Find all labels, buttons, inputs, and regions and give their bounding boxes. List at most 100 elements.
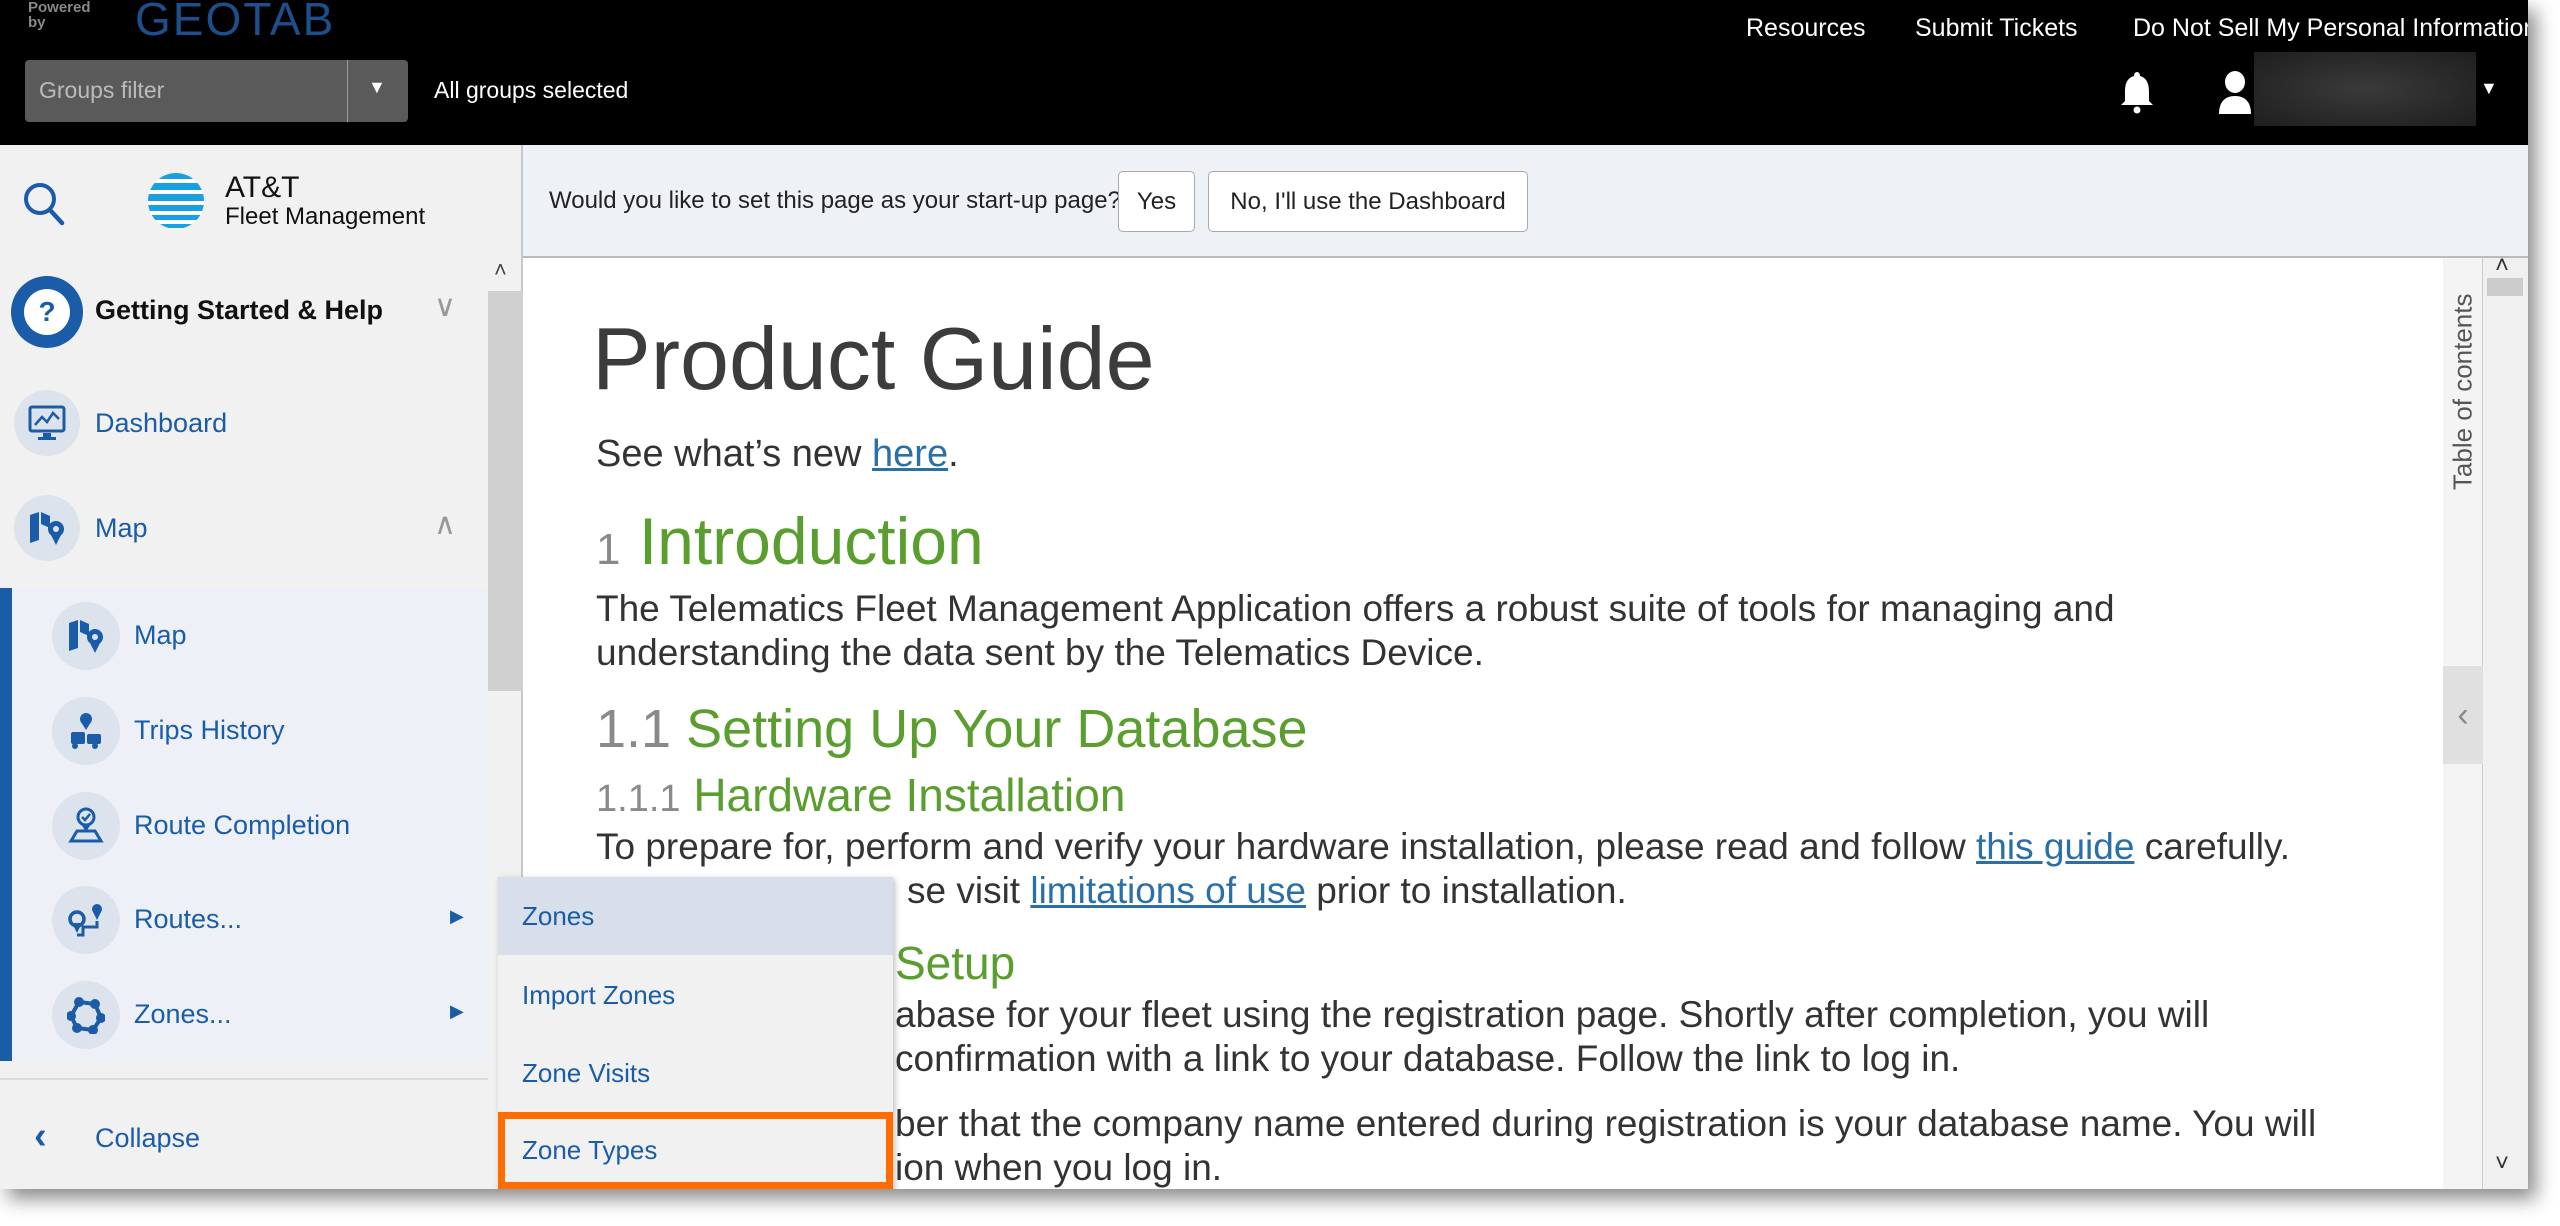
toc-label: Table of contents bbox=[2447, 293, 2478, 491]
zones-icon bbox=[52, 981, 120, 1049]
scroll-up-icon[interactable]: ˄ bbox=[2495, 252, 2509, 280]
map-submenu: Map Trips History Route Completion Route… bbox=[0, 588, 488, 1061]
sidebar-subitem-route-completion[interactable]: Route Completion bbox=[12, 790, 488, 860]
username-blurred[interactable] bbox=[2254, 52, 2476, 126]
scroll-down-icon[interactable]: ˅ bbox=[2495, 1150, 2509, 1178]
divider bbox=[0, 1078, 488, 1080]
sidebar-subitem-zones[interactable]: Zones... ▶ bbox=[12, 979, 488, 1049]
paragraph-line: ber that the company name entered during… bbox=[895, 1103, 2317, 1144]
sidebar-item-label: Trips History bbox=[134, 715, 285, 745]
paragraph-line: ion when you log in. bbox=[895, 1147, 1223, 1188]
chevron-left-icon: ‹ bbox=[34, 1115, 47, 1157]
user-menu-caret-icon[interactable]: ▼ bbox=[2480, 78, 2498, 99]
heading-setting-up: 1.1 Setting Up Your Database bbox=[596, 698, 1308, 760]
dashboard-icon bbox=[14, 390, 80, 456]
text: See what’s new bbox=[596, 433, 873, 475]
route-completion-icon bbox=[52, 792, 120, 860]
map-icon bbox=[52, 602, 120, 670]
text: . bbox=[948, 433, 959, 475]
heading-hardware-installation: 1.1.1 Hardware Installation bbox=[596, 768, 1125, 822]
routes-icon bbox=[52, 886, 120, 954]
heading-text: Setting Up Your Database bbox=[686, 699, 1308, 759]
table-of-contents-panel[interactable]: Table of contents ‹ bbox=[2443, 258, 2483, 1189]
scrollbar-thumb[interactable] bbox=[2487, 278, 2523, 296]
brand-name: AT&T bbox=[225, 171, 300, 204]
do-not-sell-link[interactable]: Do Not Sell My Personal Information bbox=[2133, 14, 2528, 43]
groups-filter[interactable]: Groups filter ▼ bbox=[25, 60, 408, 122]
sidebar-item-label: Route Completion bbox=[134, 810, 351, 840]
heading-setup: Setup bbox=[895, 937, 1016, 989]
menu-item-zone-visits[interactable]: Zone Visits bbox=[498, 1034, 893, 1112]
scroll-up-icon[interactable]: ˄ bbox=[494, 257, 507, 283]
search-icon[interactable] bbox=[22, 181, 66, 227]
dropdown-caret-icon[interactable]: ▼ bbox=[368, 77, 386, 98]
chevron-up-icon[interactable]: ∧ bbox=[434, 507, 456, 542]
chevron-down-icon[interactable]: ∨ bbox=[434, 289, 456, 324]
sidebar-item-label: Zones... bbox=[134, 999, 232, 1029]
submit-tickets-link[interactable]: Submit Tickets bbox=[1915, 14, 2078, 43]
paragraph-line: The Telematics Fleet Management Applicat… bbox=[596, 588, 2115, 629]
text: prior to installation. bbox=[1305, 870, 1627, 911]
divider bbox=[347, 60, 348, 122]
paragraph-line: abase for your fleet using the registrat… bbox=[895, 994, 2210, 1035]
text: carefully. bbox=[2134, 826, 2291, 867]
trips-history-icon bbox=[52, 697, 120, 765]
yes-button[interactable]: Yes bbox=[1118, 171, 1195, 232]
groups-filter-input[interactable]: Groups filter bbox=[39, 77, 164, 104]
bell-icon[interactable] bbox=[2118, 70, 2156, 114]
map-icon bbox=[14, 495, 80, 561]
active-indicator bbox=[0, 588, 12, 1061]
sidebar-item-dashboard[interactable]: Dashboard bbox=[0, 388, 488, 458]
text: To prepare for, perform and verify your … bbox=[596, 826, 1977, 867]
collapse-button[interactable]: ‹ Collapse bbox=[0, 1105, 488, 1171]
paragraph-line: confirmation with a link to your databas… bbox=[895, 1038, 1961, 1079]
caret-right-icon[interactable]: ▶ bbox=[450, 906, 464, 927]
paragraph-line: understanding the data sent by the Telem… bbox=[596, 632, 1484, 673]
menu-item-zone-types[interactable]: Zone Types bbox=[498, 1112, 893, 1189]
sidebar-item-map[interactable]: Map ∧ bbox=[0, 493, 488, 563]
heading-number: 1.1 bbox=[596, 699, 672, 759]
text: se visit bbox=[907, 870, 1031, 911]
sidebar-item-getting-started[interactable]: ? Getting Started & Help ∨ bbox=[0, 275, 488, 348]
heading-number: 1.1.1 bbox=[596, 778, 681, 820]
geotab-logo: GEOTAB bbox=[135, 0, 336, 45]
att-globe-logo bbox=[148, 173, 204, 229]
heading-introduction: 1 Introduction bbox=[596, 503, 984, 579]
sidebar-scrollbar[interactable] bbox=[488, 291, 523, 691]
heading-text: Introduction bbox=[638, 504, 984, 578]
sidebar-subitem-map[interactable]: Map bbox=[12, 600, 488, 670]
here-link[interactable]: here bbox=[872, 433, 948, 475]
menu-item-zones[interactable]: Zones bbox=[498, 877, 893, 955]
startup-page-prompt: Would you like to set this page as your … bbox=[523, 145, 2528, 258]
scrollbar-thumb[interactable] bbox=[488, 291, 523, 691]
collapse-label: Collapse bbox=[95, 1123, 201, 1153]
menu-item-import-zones[interactable]: Import Zones bbox=[498, 956, 893, 1034]
page-title: Product Guide bbox=[592, 309, 1155, 408]
sidebar: AT&T Fleet Management ˄ ? Getting Starte… bbox=[0, 145, 523, 1189]
help-icon: ? bbox=[11, 276, 83, 348]
sidebar-item-label: Map bbox=[95, 513, 148, 543]
user-icon[interactable] bbox=[2217, 70, 2253, 114]
this-guide-link[interactable]: this guide bbox=[1976, 826, 2134, 867]
groups-status: All groups selected bbox=[434, 77, 629, 103]
sidebar-subitem-routes[interactable]: Routes... ▶ bbox=[12, 884, 488, 954]
zones-submenu-popup: Zones Import Zones Zone Visits Zone Type… bbox=[498, 877, 893, 1189]
no-dashboard-button[interactable]: No, I'll use the Dashboard bbox=[1208, 171, 1528, 232]
powered-by-label: Powered by bbox=[28, 0, 91, 31]
expand-toc-icon[interactable]: ‹ bbox=[2443, 666, 2483, 764]
paragraph-line: se visit limitations of use prior to ins… bbox=[907, 870, 1627, 912]
brand-subtitle: Fleet Management bbox=[225, 203, 426, 230]
prompt-question: Would you like to set this page as your … bbox=[549, 187, 1121, 214]
sidebar-item-label: Dashboard bbox=[95, 408, 228, 438]
caret-right-icon[interactable]: ▶ bbox=[450, 1001, 464, 1022]
sidebar-item-label: Routes... bbox=[134, 904, 243, 934]
heading-text: Hardware Installation bbox=[693, 769, 1126, 821]
document-scrollbar[interactable]: ˄ ˅ bbox=[2483, 252, 2528, 1189]
sidebar-item-label: Getting Started & Help bbox=[95, 295, 384, 325]
limitations-of-use-link[interactable]: limitations of use bbox=[1030, 870, 1306, 911]
top-header: Powered by GEOTAB Resources Submit Ticke… bbox=[0, 0, 2528, 145]
app-window: Powered by GEOTAB Resources Submit Ticke… bbox=[0, 0, 2528, 1189]
sidebar-item-label: Map bbox=[134, 620, 187, 650]
sidebar-subitem-trips-history[interactable]: Trips History bbox=[12, 695, 488, 765]
resources-link[interactable]: Resources bbox=[1746, 14, 1866, 43]
